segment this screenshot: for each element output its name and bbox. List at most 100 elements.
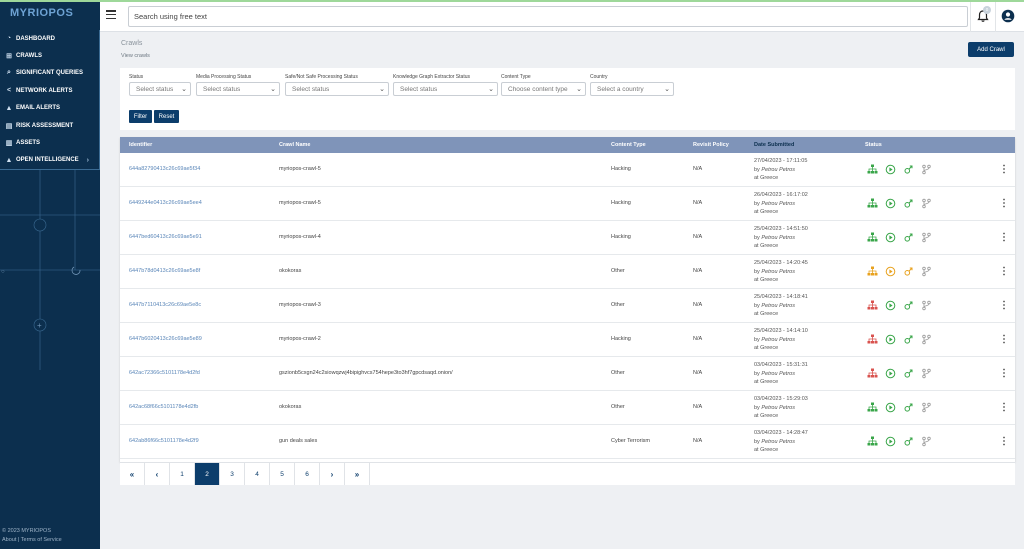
filter-button[interactable]: Filter: [129, 110, 152, 123]
col-status[interactable]: Status: [865, 142, 882, 148]
table-row[interactable]: 642ab86f66c5101178e4d2f9 gun deals sales C…: [120, 425, 1015, 459]
content-type-select[interactable]: Choose content type ⌄: [501, 82, 586, 96]
safe-processing-icon[interactable]: [903, 402, 921, 413]
media-processing-icon[interactable]: [885, 402, 903, 413]
safe-processing-icon[interactable]: [903, 266, 921, 277]
safe-processing-icon[interactable]: [903, 436, 921, 447]
sidebar-item-crawls[interactable]: ⊞ CRAWLS: [0, 47, 99, 64]
knowledge-graph-icon[interactable]: [921, 164, 939, 175]
col-date-submitted[interactable]: Date Submitted: [754, 142, 794, 148]
add-crawl-button[interactable]: Add Crawl: [968, 42, 1014, 57]
col-content-type[interactable]: Content Type: [611, 142, 646, 148]
col-identifier[interactable]: Identifier: [129, 142, 152, 148]
knowledge-graph-icon[interactable]: [921, 436, 939, 447]
crawl-status-icon[interactable]: [867, 300, 885, 311]
page-button-1[interactable]: 1: [170, 463, 195, 485]
media-processing-icon[interactable]: [885, 368, 903, 379]
table-row[interactable]: 6447bed60413c26c69ae5e91 myriopos-crawl-4…: [120, 221, 1015, 255]
status-select[interactable]: Select status ⌄: [129, 82, 191, 96]
more-options-icon[interactable]: [1002, 198, 1006, 208]
sidebar-item-network-alerts[interactable]: < NETWORK ALERTS: [0, 82, 99, 99]
sidebar-item-email-alerts[interactable]: ▲ EMAIL ALERTS: [0, 100, 99, 117]
safe-processing-icon[interactable]: [903, 368, 921, 379]
crawl-status-icon[interactable]: [867, 164, 885, 175]
crawl-identifier-link[interactable]: 642ab86f66c5101178e4d2f9: [129, 438, 199, 444]
more-options-icon[interactable]: [1002, 334, 1006, 344]
page-button-4[interactable]: 4: [245, 463, 270, 485]
user-account-icon[interactable]: [1001, 9, 1015, 23]
search-input[interactable]: Search using free text: [128, 6, 968, 27]
more-options-icon[interactable]: [1002, 436, 1006, 446]
more-options-icon[interactable]: [1002, 402, 1006, 412]
knowledge-graph-icon[interactable]: [921, 368, 939, 379]
crawl-status-icon[interactable]: [867, 198, 885, 209]
footer-links[interactable]: About | Terms of Service: [2, 536, 62, 545]
crawl-identifier-link[interactable]: 642ac68f66c5101178e4d2fb: [129, 404, 198, 410]
knowledge-graph-icon[interactable]: [921, 266, 939, 277]
sidebar-item-dashboard[interactable]: ◔ DASHBOARD: [0, 30, 99, 47]
knowledge-graph-icon[interactable]: [921, 198, 939, 209]
sidebar-item-risk-assessment[interactable]: ▤ RISK ASSESSMENT: [0, 117, 99, 134]
more-options-icon[interactable]: [1002, 300, 1006, 310]
more-options-icon[interactable]: [1002, 164, 1006, 174]
media-processing-icon[interactable]: [885, 198, 903, 209]
country-select[interactable]: Select a country ⌄: [590, 82, 674, 96]
table-row[interactable]: 642ac68f66c5101178e4d2fb okokoras Other N/A…: [120, 391, 1015, 425]
first-page-button[interactable]: «: [120, 463, 145, 485]
last-page-button[interactable]: »: [345, 463, 370, 485]
page-button-6[interactable]: 6: [295, 463, 320, 485]
reset-button[interactable]: Reset: [154, 110, 179, 123]
crawl-identifier-link[interactable]: 6449244e0413c26c69ae5ee4: [129, 200, 202, 206]
page-button-3[interactable]: 3: [220, 463, 245, 485]
crawl-identifier-link[interactable]: 644a82790413c26c69ae5f34: [129, 166, 200, 172]
safe-status-select[interactable]: Select status ⌄: [285, 82, 389, 96]
knowledge-graph-icon[interactable]: [921, 232, 939, 243]
media-processing-icon[interactable]: [885, 334, 903, 345]
crawl-identifier-link[interactable]: 6447b7110413c26c69ae5e8c: [129, 302, 201, 308]
crawl-identifier-link[interactable]: 6447b78d0413c26c69ae5e8f: [129, 268, 200, 274]
safe-processing-icon[interactable]: [903, 300, 921, 311]
col-revisit-policy[interactable]: Revisit Policy: [693, 142, 729, 148]
crawl-status-icon[interactable]: [867, 266, 885, 277]
sidebar-item-open-intelligence[interactable]: ▲ OPEN INTELLIGENCE ›: [0, 152, 99, 169]
media-processing-icon[interactable]: [885, 436, 903, 447]
kg-status-select[interactable]: Select status ⌄: [393, 82, 498, 96]
page-button-2[interactable]: 2: [195, 463, 220, 485]
hamburger-menu-icon[interactable]: [106, 10, 116, 20]
table-row[interactable]: 6447b7110413c26c69ae5e8c myriopos-crawl-3…: [120, 289, 1015, 323]
media-processing-icon[interactable]: [885, 232, 903, 243]
safe-processing-icon[interactable]: [903, 198, 921, 209]
next-page-button[interactable]: ›: [320, 463, 345, 485]
more-options-icon[interactable]: [1002, 266, 1006, 276]
safe-processing-icon[interactable]: [903, 334, 921, 345]
table-row[interactable]: 6449244e0413c26c69ae5ee4 myriopos-crawl-5…: [120, 187, 1015, 221]
col-crawl-name[interactable]: Crawl Name: [279, 142, 311, 148]
more-options-icon[interactable]: [1002, 232, 1006, 242]
safe-processing-icon[interactable]: [903, 164, 921, 175]
table-row[interactable]: 6447b78d0413c26c69ae5e8f okokoras Other N/A…: [120, 255, 1015, 289]
crawl-status-icon[interactable]: [867, 232, 885, 243]
media-status-select[interactable]: Select status ⌄: [196, 82, 280, 96]
knowledge-graph-icon[interactable]: [921, 334, 939, 345]
table-row[interactable]: 6447b6020413c26c69ae5e89 myriopos-crawl-2…: [120, 323, 1015, 357]
table-row[interactable]: 644a82790413c26c69ae5f34 myriopos-crawl-5…: [120, 153, 1015, 187]
media-processing-icon[interactable]: [885, 300, 903, 311]
media-processing-icon[interactable]: [885, 164, 903, 175]
more-options-icon[interactable]: [1002, 368, 1006, 378]
page-button-5[interactable]: 5: [270, 463, 295, 485]
knowledge-graph-icon[interactable]: [921, 300, 939, 311]
table-row[interactable]: 642ac72366c5101178e4d2fd gszionb5cxgn24c2…: [120, 357, 1015, 391]
crawl-status-icon[interactable]: [867, 334, 885, 345]
sidebar-item-assets[interactable]: ▥ ASSETS: [0, 134, 99, 151]
crawl-identifier-link[interactable]: 642ac72366c5101178e4d2fd: [129, 370, 200, 376]
media-processing-icon[interactable]: [885, 266, 903, 277]
crawl-identifier-link[interactable]: 6447bed60413c26c69ae5e91: [129, 234, 202, 240]
sidebar-item-significant-queries[interactable]: ⌕ SIGNIFICANT QUERIES: [0, 65, 99, 82]
crawl-status-icon[interactable]: [867, 436, 885, 447]
safe-processing-icon[interactable]: [903, 232, 921, 243]
previous-page-button[interactable]: ‹: [145, 463, 170, 485]
app-logo[interactable]: MYRIOPOS: [10, 7, 73, 19]
crawl-status-icon[interactable]: [867, 368, 885, 379]
crawl-status-icon[interactable]: [867, 402, 885, 413]
crawl-identifier-link[interactable]: 6447b6020413c26c69ae5e89: [129, 336, 202, 342]
